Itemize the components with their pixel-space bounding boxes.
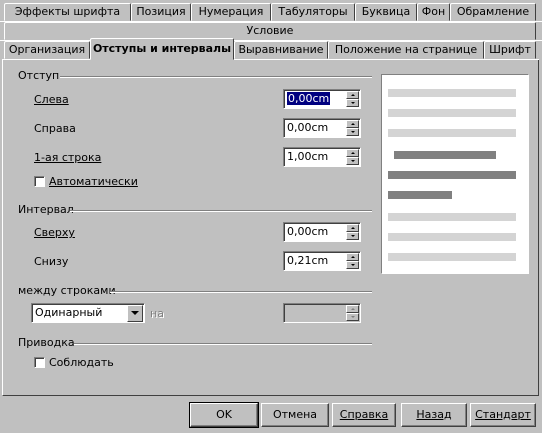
spin-down-icon[interactable] <box>346 99 359 107</box>
above-field[interactable]: 0,00cm <box>283 222 361 242</box>
indent-left-field[interactable]: 0,00cm <box>283 89 361 109</box>
spin-up-icon[interactable] <box>346 91 359 99</box>
paragraph-preview <box>381 74 529 274</box>
spin-down-icon[interactable] <box>346 128 359 136</box>
standard-button-label: Стандарт <box>475 408 531 421</box>
first-line-value: 1,00cm <box>287 150 329 163</box>
indent-left-label: Слева <box>34 93 69 106</box>
line-spacing-spinner[interactable] <box>346 305 359 322</box>
spin-up-icon[interactable] <box>346 224 359 232</box>
cancel-button[interactable]: Отмена <box>261 403 329 427</box>
above-label: Сверху <box>34 226 75 239</box>
tab-organizer[interactable]: Организация <box>4 41 90 59</box>
help-button-label: Справка <box>339 408 389 421</box>
first-line-field[interactable]: 1,00cm <box>283 147 361 167</box>
tab-numbering[interactable]: Нумерация <box>191 3 271 21</box>
preview-line <box>388 213 516 221</box>
spacing-section-title: Интервал <box>18 203 74 216</box>
spin-down-icon[interactable] <box>346 261 359 269</box>
register-checkbox[interactable] <box>34 357 45 368</box>
line-spacing-value-field[interactable] <box>283 303 361 323</box>
tab-tabs[interactable]: Табуляторы <box>271 3 355 21</box>
preview-line-current <box>388 191 452 199</box>
line-spacing-selected: Одинарный <box>35 306 103 319</box>
below-label: Снизу <box>34 255 69 268</box>
preview-line <box>388 233 516 241</box>
tab-alignment[interactable]: Выравнивание <box>234 41 328 59</box>
spin-down-icon[interactable] <box>346 157 359 165</box>
back-button[interactable]: Назад <box>401 403 467 427</box>
auto-checkbox-label: Автоматически <box>49 175 138 188</box>
back-button-label: Назад <box>416 408 452 421</box>
indent-left-spinner[interactable] <box>346 91 359 108</box>
spin-up-icon[interactable] <box>346 253 359 261</box>
line-spacing-section-title: между строками <box>18 284 116 297</box>
tab-font-effects[interactable]: Эффекты шрифта <box>4 3 131 21</box>
indent-right-value: 0,00cm <box>287 121 329 134</box>
above-spinner[interactable] <box>346 224 359 241</box>
above-value: 0,00cm <box>287 225 329 238</box>
indent-right-label: Справа <box>34 122 76 135</box>
line-spacing-divider <box>110 291 372 293</box>
indent-right-field[interactable]: 0,00cm <box>283 118 361 138</box>
indent-left-value: 0,00cm <box>287 92 331 105</box>
ok-button[interactable]: OK <box>189 402 259 428</box>
register-section-title: Приводка <box>18 336 75 349</box>
below-spinner[interactable] <box>346 253 359 270</box>
indent-section-title: Отступ <box>18 69 60 82</box>
preview-line <box>388 129 516 137</box>
spacing-divider <box>70 210 372 212</box>
register-checkbox-label: Соблюдать <box>49 356 114 369</box>
tab-drop-caps[interactable]: Буквица <box>355 3 417 21</box>
standard-button[interactable]: Стандарт <box>470 403 536 427</box>
tab-borders[interactable]: Обрамление <box>450 3 536 21</box>
preview-line <box>388 253 516 261</box>
tab-font[interactable]: Шрифт <box>484 41 536 59</box>
help-button[interactable]: Справка <box>332 403 396 427</box>
first-line-spinner[interactable] <box>346 149 359 166</box>
preview-line <box>388 89 516 97</box>
first-line-label: 1-ая строка <box>34 151 102 164</box>
register-divider <box>74 343 372 345</box>
preview-line <box>388 109 516 117</box>
preview-line-current <box>394 151 496 159</box>
preview-line-current <box>388 171 516 179</box>
spin-down-icon[interactable] <box>346 313 359 321</box>
tab-text-flow[interactable]: Положение на странице <box>328 41 484 59</box>
line-spacing-select[interactable]: Одинарный <box>31 303 145 323</box>
spin-up-icon[interactable] <box>346 120 359 128</box>
tab-background[interactable]: Фон <box>417 3 450 21</box>
auto-label-text: Автоматически <box>49 175 138 188</box>
chevron-down-icon[interactable] <box>127 305 143 322</box>
line-spacing-of-label: на <box>150 307 164 320</box>
tab-position[interactable]: Позиция <box>131 3 191 21</box>
below-value: 0,21cm <box>287 254 329 267</box>
auto-checkbox[interactable] <box>34 176 45 187</box>
spin-up-icon[interactable] <box>346 305 359 313</box>
spin-up-icon[interactable] <box>346 149 359 157</box>
below-field[interactable]: 0,21cm <box>283 251 361 271</box>
tab-indents-spacing[interactable]: Отступы и интервалы <box>90 38 234 60</box>
indent-divider <box>60 76 372 78</box>
tab-condition[interactable]: Условие <box>4 22 536 40</box>
indent-right-spinner[interactable] <box>346 120 359 137</box>
spin-down-icon[interactable] <box>346 232 359 240</box>
